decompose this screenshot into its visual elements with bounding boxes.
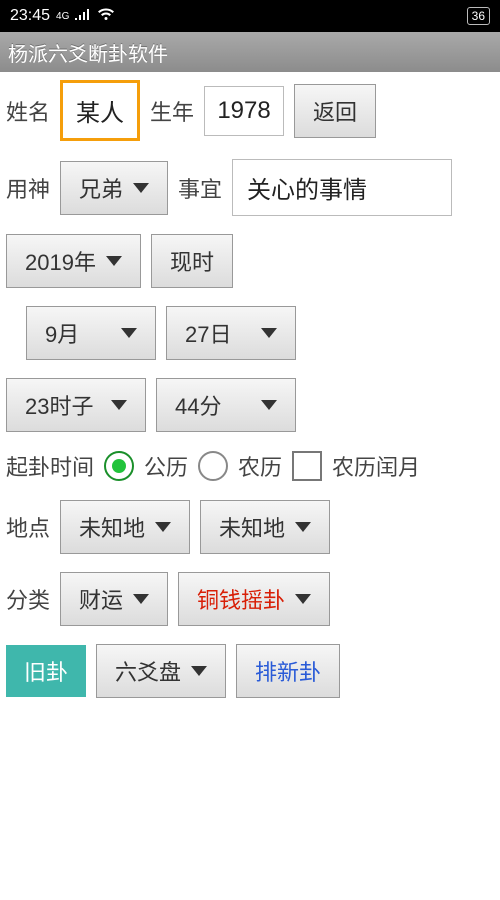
caret-down-icon [261, 400, 277, 410]
back-button[interactable]: 返回 [294, 84, 376, 138]
dropdown-liuyao-value: 六爻盘 [115, 655, 181, 687]
title-bar: 杨派六爻断卦软件 [0, 32, 500, 72]
network-icon: 4G [56, 11, 69, 22]
caret-down-icon [133, 183, 149, 193]
caret-down-icon [261, 328, 277, 338]
dropdown-hour-value: 23时子 [25, 389, 93, 421]
content: 姓名 某人 生年 1978 返回 用神 兄弟 事宜 关心的事情 2019年 现时 [0, 72, 500, 724]
label-lunar-leap: 农历闰月 [332, 450, 420, 482]
dropdown-category-value: 财运 [79, 583, 123, 615]
caret-down-icon [295, 594, 311, 604]
paixin-label: 排新卦 [255, 655, 321, 687]
dropdown-minute-value: 44分 [175, 389, 221, 421]
dropdown-minute[interactable]: 44分 [156, 378, 296, 432]
dropdown-place1-value: 未知地 [79, 511, 145, 543]
dropdown-place1[interactable]: 未知地 [60, 500, 190, 554]
dropdown-year-value: 2019年 [25, 245, 96, 277]
dropdown-liuyao[interactable]: 六爻盘 [96, 644, 226, 698]
caret-down-icon [191, 666, 207, 676]
label-name: 姓名 [6, 95, 50, 127]
label-qigua-time: 起卦时间 [6, 450, 94, 482]
row-place: 地点 未知地 未知地 [6, 500, 494, 554]
label-yongshen: 用神 [6, 172, 50, 204]
input-name-value: 某人 [76, 100, 124, 127]
caret-down-icon [106, 256, 122, 266]
status-bar: 23:45 4G 36 [0, 0, 500, 32]
label-birth-year: 生年 [150, 95, 194, 127]
old-gua-button[interactable]: 旧卦 [6, 645, 86, 697]
row-month-day: 9月 27日 [6, 306, 494, 360]
radio-solar[interactable] [104, 451, 134, 481]
caret-down-icon [133, 594, 149, 604]
dropdown-yongshen[interactable]: 兄弟 [60, 161, 168, 215]
row-bottom-actions: 旧卦 六爻盘 排新卦 [6, 644, 494, 698]
dropdown-method-value: 铜钱摇卦 [197, 583, 285, 615]
caret-down-icon [111, 400, 127, 410]
row-year: 2019年 现时 [6, 234, 494, 288]
status-left: 23:45 4G [10, 7, 115, 25]
caret-down-icon [155, 522, 171, 532]
label-category: 分类 [6, 583, 50, 615]
label-lunar: 农历 [238, 450, 282, 482]
label-shiyi: 事宜 [178, 172, 222, 204]
now-button-label: 现时 [170, 245, 214, 277]
input-birth-year[interactable]: 1978 [204, 86, 284, 136]
now-button[interactable]: 现时 [151, 234, 233, 288]
dropdown-place2[interactable]: 未知地 [200, 500, 330, 554]
dropdown-category[interactable]: 财运 [60, 572, 168, 626]
paixin-button[interactable]: 排新卦 [236, 644, 340, 698]
app-title: 杨派六爻断卦软件 [8, 38, 168, 67]
row-hour-minute: 23时子 44分 [6, 378, 494, 432]
dropdown-yongshen-value: 兄弟 [79, 172, 123, 204]
radio-lunar[interactable] [198, 451, 228, 481]
dropdown-hour[interactable]: 23时子 [6, 378, 146, 432]
row-name: 姓名 某人 生年 1978 返回 [6, 80, 494, 141]
dropdown-method[interactable]: 铜钱摇卦 [178, 572, 330, 626]
input-shiyi[interactable]: 关心的事情 [232, 159, 452, 216]
status-time: 23:45 [10, 7, 50, 25]
dropdown-day-value: 27日 [185, 317, 231, 349]
dropdown-place2-value: 未知地 [219, 511, 285, 543]
dropdown-month[interactable]: 9月 [26, 306, 156, 360]
input-birth-year-value: 1978 [217, 97, 270, 124]
checkbox-lunar-leap[interactable] [292, 451, 322, 481]
signal-icon [75, 7, 91, 25]
dropdown-month-value: 9月 [45, 317, 79, 349]
row-category: 分类 财运 铜钱摇卦 [6, 572, 494, 626]
old-gua-label: 旧卦 [24, 655, 68, 687]
row-calendar: 起卦时间 公历 农历 农历闰月 [6, 450, 494, 482]
radio-dot-icon [112, 459, 126, 473]
battery-icon: 36 [467, 7, 490, 25]
label-place: 地点 [6, 511, 50, 543]
back-button-label: 返回 [313, 95, 357, 127]
wifi-icon [97, 7, 115, 25]
input-name[interactable]: 某人 [60, 80, 140, 141]
caret-down-icon [121, 328, 137, 338]
label-solar: 公历 [144, 450, 188, 482]
dropdown-year[interactable]: 2019年 [6, 234, 141, 288]
status-right: 36 [467, 7, 490, 25]
row-yongshen: 用神 兄弟 事宜 关心的事情 [6, 159, 494, 216]
input-shiyi-value: 关心的事情 [247, 177, 367, 204]
caret-down-icon [295, 522, 311, 532]
dropdown-day[interactable]: 27日 [166, 306, 296, 360]
